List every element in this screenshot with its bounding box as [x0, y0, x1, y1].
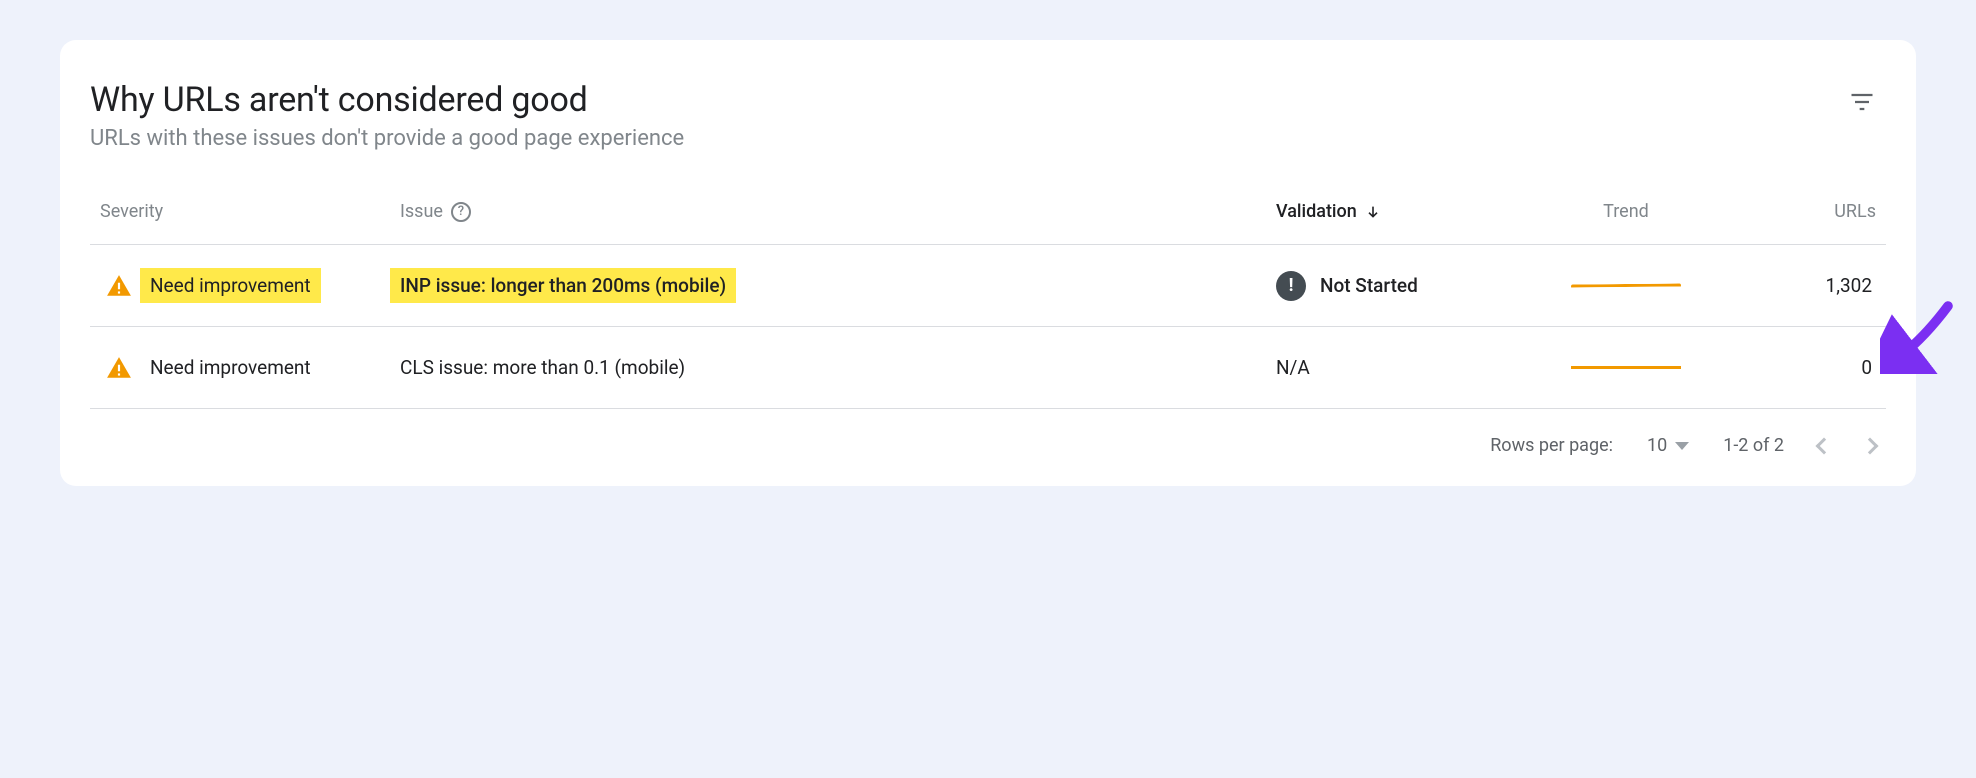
warning-icon [106, 355, 132, 381]
col-header-validation[interactable]: Validation [1276, 201, 1526, 222]
issues-table: Severity Issue ? Validation Trend URLs N… [90, 201, 1886, 409]
validation-cell: ! Not Started [1276, 271, 1526, 301]
rows-per-page-select[interactable]: 10 [1647, 435, 1689, 456]
trend-cell [1526, 366, 1726, 370]
range-label: 1-2 of 2 [1723, 435, 1784, 456]
col-header-validation-label: Validation [1276, 201, 1357, 222]
sort-down-icon [1365, 204, 1381, 220]
trend-sparkline [1571, 366, 1681, 370]
col-header-issue-label: Issue [400, 201, 443, 222]
col-header-issue: Issue ? [400, 201, 1276, 222]
card-subtitle: URLs with these issues don't provide a g… [90, 126, 684, 151]
validation-text: N/A [1276, 356, 1310, 379]
urls-cell: 0 [1726, 356, 1876, 379]
help-icon[interactable]: ? [451, 202, 471, 222]
rows-per-page-label: Rows per page: [1490, 435, 1613, 456]
next-page-button[interactable] [1862, 437, 1879, 454]
col-header-urls: URLs [1726, 201, 1876, 222]
card-title: Why URLs aren't considered good [90, 80, 684, 120]
warning-icon [106, 273, 132, 299]
col-header-trend: Trend [1526, 201, 1726, 222]
not-started-icon: ! [1276, 271, 1306, 301]
col-header-severity: Severity [100, 201, 400, 222]
urls-cell: 1,302 [1726, 274, 1876, 297]
header-text-block: Why URLs aren't considered good URLs wit… [90, 80, 684, 151]
table-row[interactable]: Need improvement CLS issue: more than 0.… [90, 327, 1886, 409]
issue-cell: INP issue: longer than 200ms (mobile) [400, 274, 1276, 297]
pagination-bar: Rows per page: 10 1-2 of 2 [90, 409, 1886, 466]
severity-text: Need improvement [140, 268, 321, 303]
annotation-arrow [1880, 294, 1960, 374]
severity-cell: Need improvement [100, 268, 400, 303]
validation-cell: N/A [1276, 356, 1526, 379]
issues-card: Why URLs aren't considered good URLs wit… [60, 40, 1916, 486]
chevron-down-icon [1675, 442, 1689, 450]
trend-cell [1526, 284, 1726, 288]
issue-cell: CLS issue: more than 0.1 (mobile) [400, 356, 1276, 379]
prev-page-button[interactable] [1816, 437, 1833, 454]
severity-text: Need improvement [150, 356, 311, 379]
table-row[interactable]: Need improvement INP issue: longer than … [90, 245, 1886, 327]
validation-text: Not Started [1320, 274, 1418, 297]
issue-text: INP issue: longer than 200ms (mobile) [390, 268, 736, 303]
filter-icon[interactable] [1848, 88, 1876, 116]
rows-per-page-value: 10 [1647, 435, 1667, 456]
card-header: Why URLs aren't considered good URLs wit… [90, 80, 1886, 151]
trend-sparkline [1571, 284, 1681, 288]
severity-cell: Need improvement [100, 355, 400, 381]
table-header-row: Severity Issue ? Validation Trend URLs [90, 201, 1886, 245]
